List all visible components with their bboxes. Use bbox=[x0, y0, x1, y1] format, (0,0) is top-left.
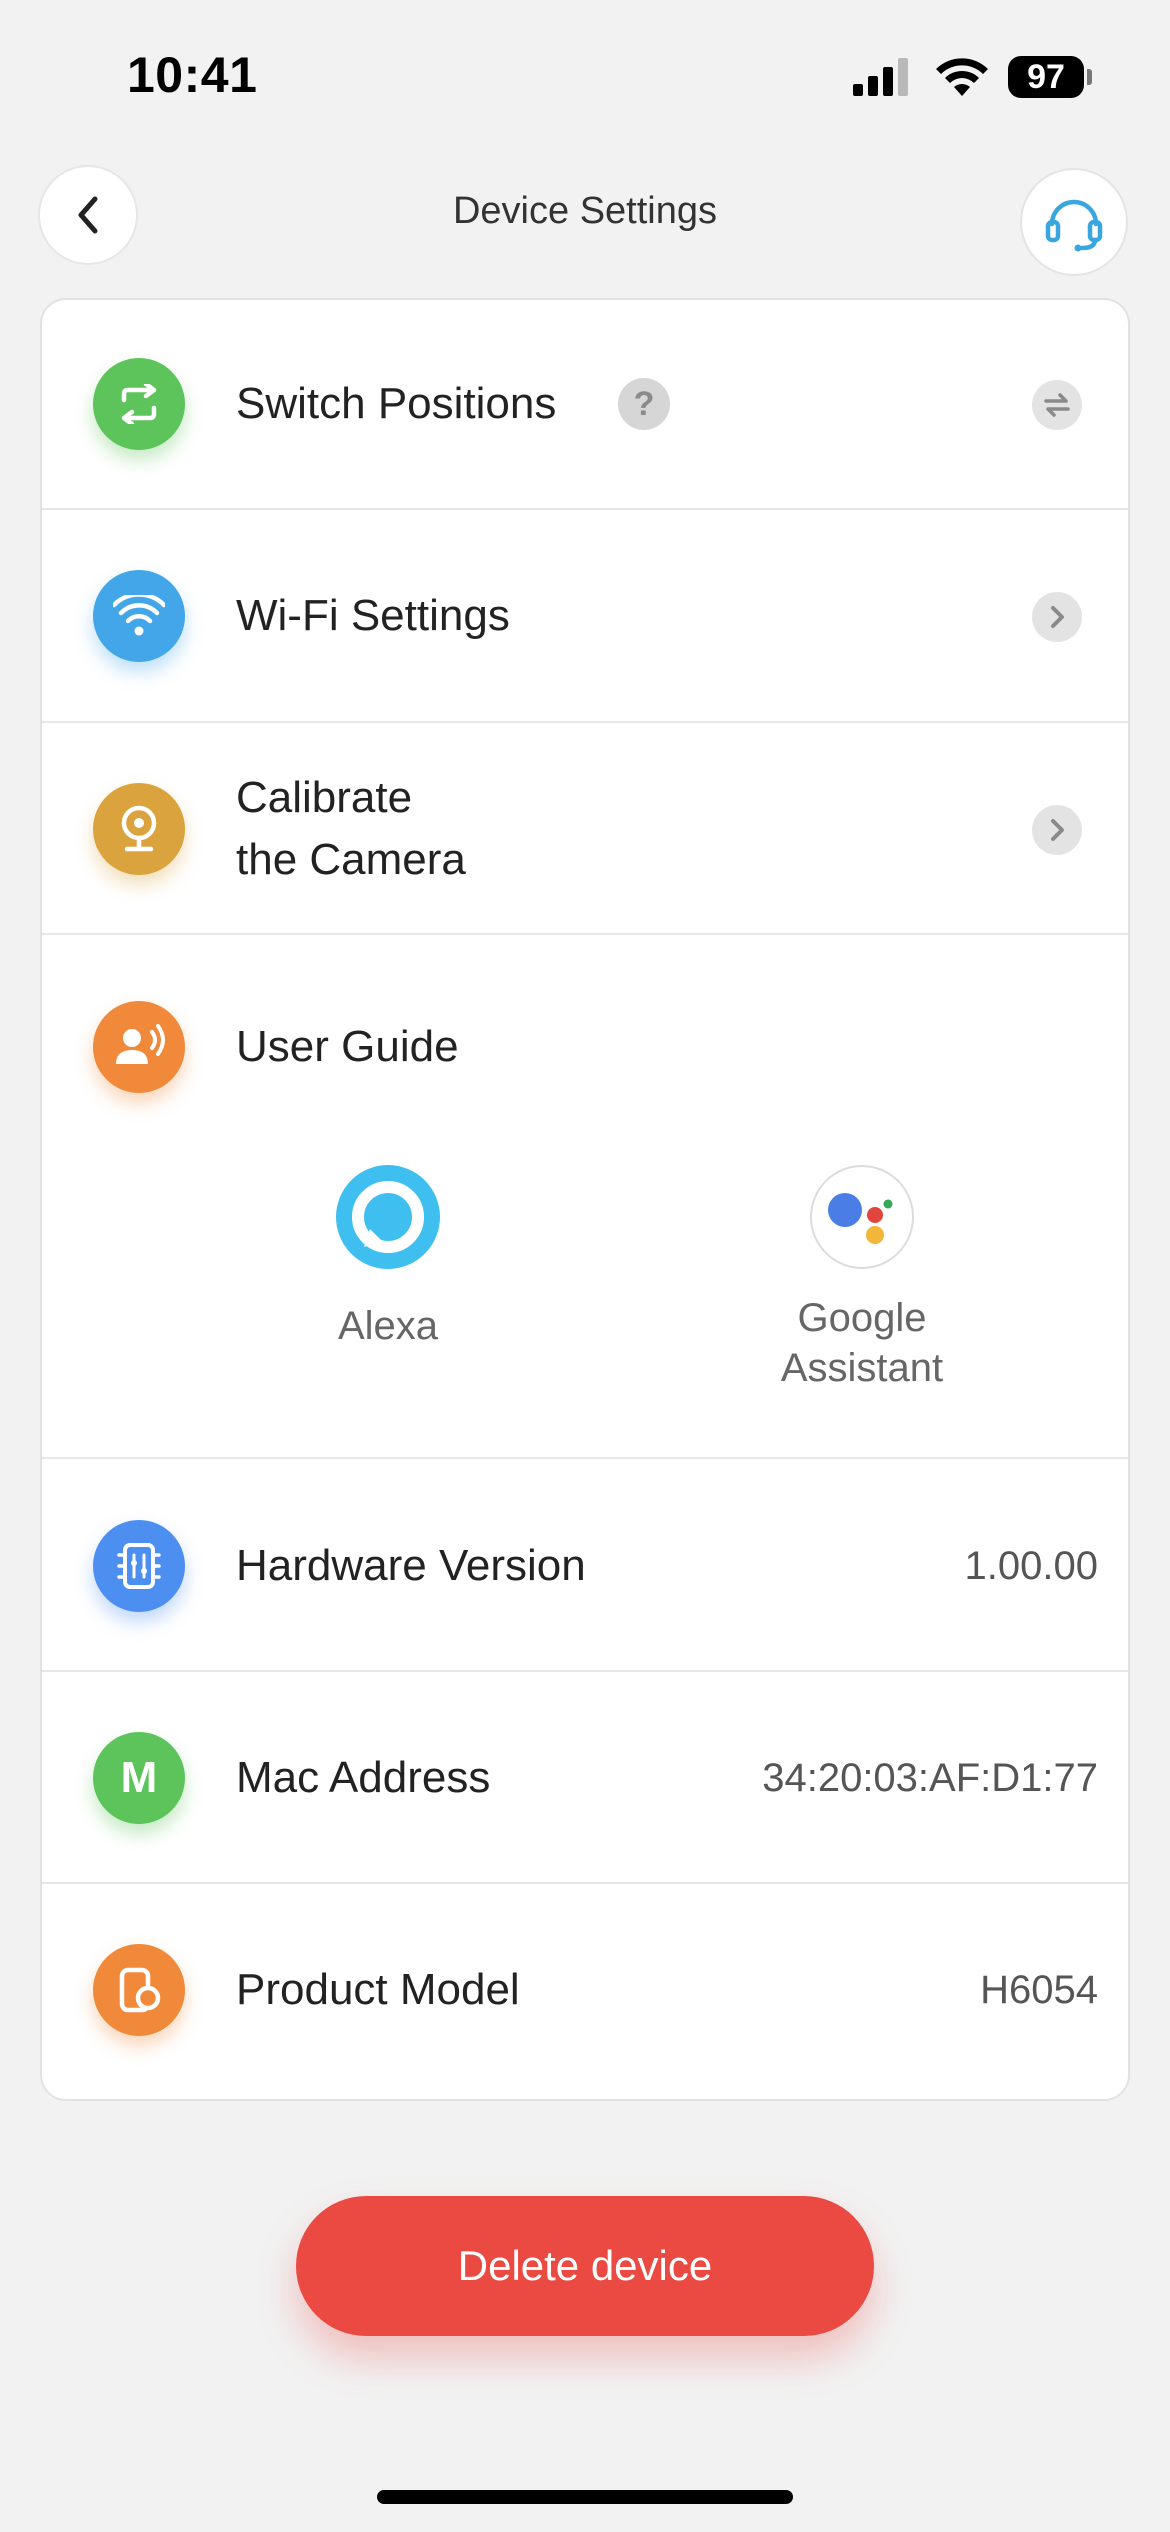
headset-icon bbox=[1045, 199, 1103, 252]
mac-address-label: Mac Address bbox=[236, 1753, 491, 1802]
chevron-right-icon bbox=[1032, 805, 1082, 855]
calibrate-label-line1: Calibrate bbox=[236, 773, 413, 822]
hardware-version-value: 1.00.00 bbox=[964, 1544, 1098, 1588]
google-assistant-label-line1: Google bbox=[797, 1296, 927, 1340]
mac-address-value: 34:20:03:AF:D1:77 bbox=[762, 1756, 1098, 1800]
device-icon bbox=[93, 1944, 185, 2036]
webcam-icon bbox=[93, 783, 185, 875]
switch-positions-label: Switch Positions bbox=[236, 379, 557, 428]
product-model-value: H6054 bbox=[980, 1968, 1098, 2012]
voice-user-icon bbox=[93, 1001, 185, 1093]
swap-arrows-icon bbox=[93, 358, 185, 450]
letter-m-icon: M bbox=[93, 1732, 185, 1824]
wifi-settings-row[interactable]: Wi-Fi Settings bbox=[42, 510, 1128, 723]
chevron-right-icon bbox=[1032, 592, 1082, 642]
wifi-status-icon bbox=[936, 58, 988, 96]
calibrate-camera-row[interactable]: Calibrate the Camera bbox=[42, 723, 1128, 935]
status-time: 10:41 bbox=[127, 47, 258, 103]
alexa-label: Alexa bbox=[337, 1304, 439, 1348]
swap-toggle-icon[interactable] bbox=[1032, 380, 1082, 430]
status-bar: 10:41 97 bbox=[0, 0, 1170, 150]
cellular-signal-icon bbox=[853, 58, 908, 96]
user-guide-row: User Guide Alexa Google Assistant bbox=[42, 935, 1128, 1459]
support-button[interactable] bbox=[1020, 168, 1128, 276]
alexa-icon bbox=[336, 1165, 440, 1269]
hardware-version-row: Hardware Version 1.00.00 bbox=[42, 1459, 1128, 1672]
battery-cap bbox=[1087, 69, 1092, 85]
wifi-icon bbox=[93, 570, 185, 662]
home-indicator bbox=[377, 2490, 793, 2504]
switch-positions-row[interactable]: Switch Positions ? bbox=[42, 300, 1128, 510]
chip-icon bbox=[93, 1520, 185, 1612]
hardware-version-label: Hardware Version bbox=[236, 1541, 586, 1590]
delete-device-button[interactable]: Delete device bbox=[296, 2196, 874, 2336]
google-assistant-guide-link[interactable]: Google Assistant bbox=[742, 1163, 982, 1393]
product-model-row: Product Model H6054 bbox=[42, 1884, 1128, 2099]
mac-icon-letter: M bbox=[120, 1753, 158, 1802]
product-model-label: Product Model bbox=[236, 1965, 520, 2014]
settings-card: Switch Positions ? Wi-Fi Settings Calibr… bbox=[40, 298, 1130, 2101]
google-assistant-icon bbox=[810, 1165, 914, 1269]
alexa-guide-link[interactable]: Alexa bbox=[288, 1163, 488, 1351]
calibrate-label-line2: the Camera bbox=[236, 835, 466, 884]
battery-icon: 97 bbox=[1008, 56, 1084, 98]
help-question-icon[interactable]: ? bbox=[618, 378, 670, 430]
wifi-settings-label: Wi-Fi Settings bbox=[236, 591, 510, 640]
google-assistant-label-line2: Assistant bbox=[780, 1346, 944, 1390]
mac-address-row: M Mac Address 34:20:03:AF:D1:77 bbox=[42, 1672, 1128, 1884]
user-guide-label: User Guide bbox=[236, 1022, 459, 1071]
page-title: Device Settings bbox=[452, 190, 717, 232]
